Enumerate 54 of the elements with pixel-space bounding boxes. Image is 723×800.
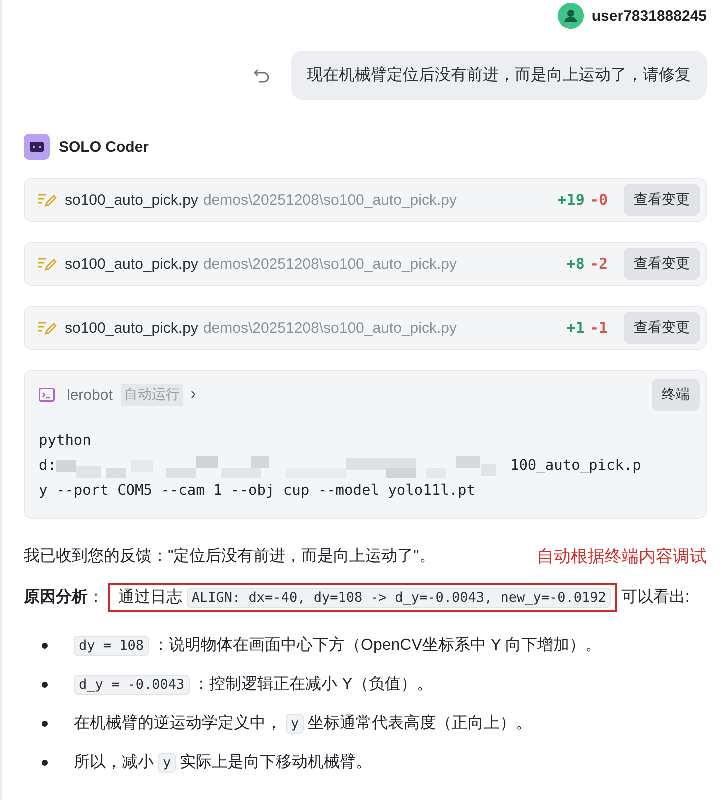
inline-code: y [158,752,176,772]
bullet-icon [42,720,48,726]
edit-icon [37,256,57,272]
user-name: user7831888245 [592,8,707,24]
lines-removed: -1 [590,319,608,337]
lines-added: +8 [566,255,585,273]
undo-icon[interactable] [253,66,271,84]
file-path: demos\20251208\so100_auto_pick.py [203,192,458,208]
terminal-name: lerobot [67,386,113,404]
chevron-icon[interactable]: › [190,386,644,404]
lines-removed: -2 [590,255,608,273]
user-message: 现在机械臂定位后没有前进，而是向上运动了，请修复 [291,51,707,100]
bullet-text: ：控制逻辑正在减小 Y（负值）。 [194,674,433,695]
bullet-icon [42,682,48,688]
bullet-text: 坐标通常代表高度（正向上）。 [308,714,532,734]
terminal-button[interactable]: 终端 [652,379,700,411]
command-text: 100_auto_pick.p [510,457,642,476]
file-name: so100_auto_pick.py [65,256,198,272]
command-text: python [39,432,92,451]
inline-code: ALIGN: dx=-40, dy=108 -> d_y=-0.0043, new_y=-0.0192 [186,588,612,608]
file-name: so100_auto_pick.py [65,320,198,336]
bullet-text: 所以，减小 [74,752,154,773]
view-changes-button[interactable]: 查看变更 [624,248,700,280]
bullet-text: ：说明物体在画面中心下方（OpenCV坐标系中 Y 向下增加）。 [153,636,602,656]
edit-icon [37,320,57,336]
analysis-text: 可以看出: [621,589,690,606]
file-path: demos\20251208\so100_auto_pick.py [203,256,458,272]
label-colon: ： [88,589,104,606]
lines-added: +1 [566,319,585,337]
annotation-text: 自动根据终端内容调试 [537,546,707,568]
bot-icon [24,134,50,160]
inline-code: d_y = -0.0043 [74,674,190,694]
avatar-icon [558,3,584,29]
command-text: d: [39,457,56,476]
terminal-icon [39,388,55,402]
command-text: y --port COM5 --cam 1 --obj cup --model yolo11l.pt [39,482,476,501]
agent-name: SOLO Coder [59,138,150,156]
inline-code: y [286,714,304,734]
file-name: so100_auto_pick.py [65,192,198,208]
feedback-text: 我已收到您的反馈："定位后没有前进，而是向上运动了"。 [24,546,436,567]
analysis-label: 原因分析 [24,589,88,606]
bullet-icon [42,760,48,766]
bullet-icon [42,642,48,648]
bullet-text: 在机械臂的逆运动学定义中， [74,714,282,734]
log-text: 通过日志 [118,589,182,606]
lines-added: +19 [558,191,585,209]
view-changes-button[interactable]: 查看变更 [624,184,700,216]
view-changes-button[interactable]: 查看变更 [624,312,700,344]
lines-removed: -0 [590,191,608,209]
bullet-text: 实际上是向下移动机械臂。 [180,752,372,773]
auto-run-tag: 自动运行 [120,384,183,406]
edit-icon [37,192,57,208]
inline-code: dy = 108 [74,636,150,656]
file-path: demos\20251208\so100_auto_pick.py [203,320,458,336]
